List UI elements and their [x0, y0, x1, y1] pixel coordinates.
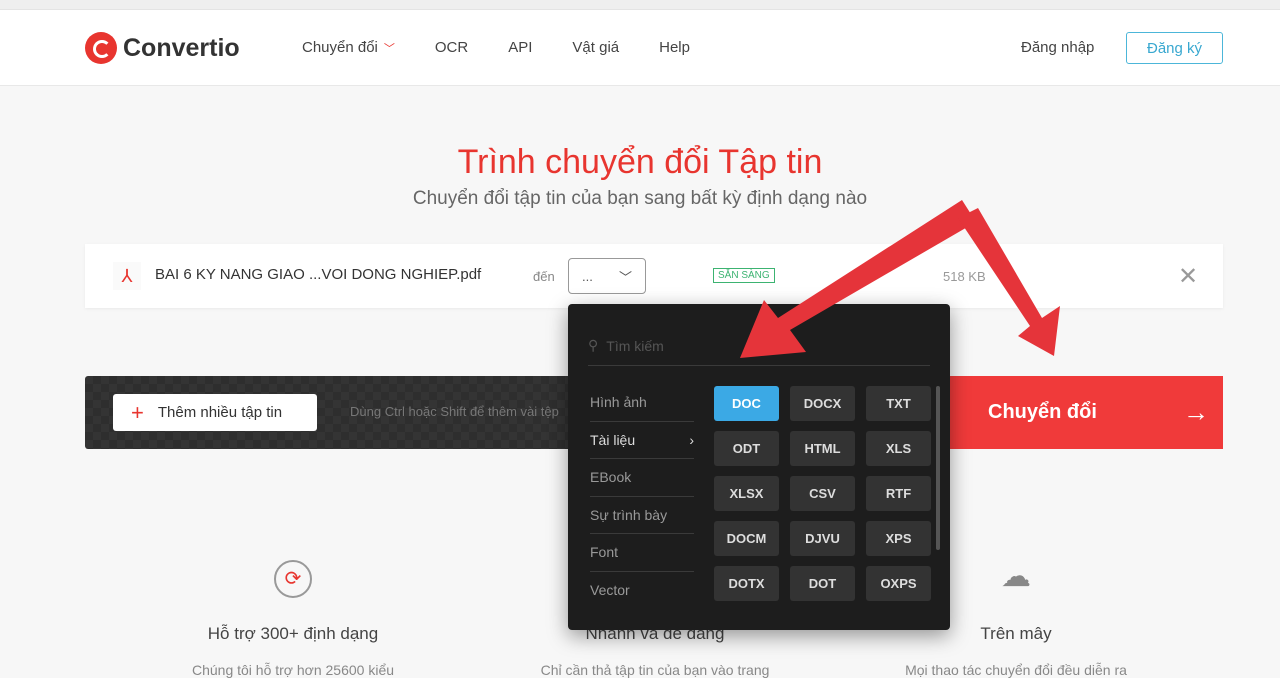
- format-value: ...: [582, 268, 593, 284]
- category-presentation[interactable]: Sự trình bày: [590, 497, 694, 534]
- page-subtitle: Chuyển đổi tập tin của bạn sang bất kỳ đ…: [412, 188, 868, 209]
- nav-convert[interactable]: Chuyển đổi ﹀: [302, 39, 395, 56]
- plus-icon: +: [131, 399, 144, 425]
- format-select[interactable]: ... ﹀: [568, 258, 646, 294]
- format-search-input[interactable]: ⚲ Tìm kiếm: [588, 326, 930, 366]
- feature-formats: ⟳ Hỗ trợ 300+ định dạng Chúng tôi hỗ trợ…: [123, 560, 463, 678]
- login-link[interactable]: Đăng nhập: [1021, 39, 1094, 56]
- category-label: Font: [590, 544, 619, 561]
- file-name: BAI 6 KY NANG GIAO ...VOI DONG NGHIEP.pd…: [155, 266, 482, 283]
- chevron-down-icon: ﹀: [618, 269, 632, 285]
- chevron-right-icon: ›: [689, 431, 694, 448]
- format-option-xlsx[interactable]: XLSX: [714, 476, 779, 511]
- format-option-djvu[interactable]: DJVU: [790, 521, 855, 556]
- category-label: Hình ảnh: [590, 394, 647, 411]
- category-label: Vector: [590, 582, 630, 599]
- logo-text: Convertio: [123, 33, 240, 62]
- convert-button[interactable]: Chuyển đổi →: [943, 376, 1223, 449]
- search-placeholder: Tìm kiếm: [606, 337, 664, 354]
- to-label: đến: [533, 269, 555, 284]
- category-document[interactable]: Tài liệu ›: [590, 422, 694, 459]
- file-row: ⅄ BAI 6 KY NANG GIAO ...VOI DONG NGHIEP.…: [85, 244, 1223, 308]
- format-dropdown: ⚲ Tìm kiếm Hình ảnh Tài liệu › EBook Sự tr…: [568, 304, 950, 630]
- hint-text: Dùng Ctrl hoặc Shift để thêm vài tệp: [350, 404, 559, 419]
- nav-api[interactable]: API: [508, 39, 532, 56]
- category-font[interactable]: Font: [590, 534, 694, 572]
- format-grid: DOC DOCX TXT ODT HTML XLS XLSX CSV RTF DOCM DJVU XP…: [714, 386, 931, 601]
- nav-label: Chuyển đổi: [302, 39, 378, 56]
- format-option-txt[interactable]: TXT: [866, 386, 931, 421]
- feature-title: Hỗ trợ 300+ định dạng: [207, 624, 379, 643]
- category-label: Tài liệu: [590, 431, 636, 448]
- add-files-button[interactable]: + Thêm nhiều tập tin: [113, 394, 317, 431]
- convert-label: Chuyển đổi: [988, 401, 1097, 423]
- chevron-down-icon: ﹀: [383, 43, 395, 55]
- main-nav: Chuyển đổi ﹀ OCR API Vật giá Help: [302, 39, 690, 56]
- category-image[interactable]: Hình ảnh: [590, 384, 694, 422]
- scrollbar[interactable]: [936, 386, 940, 550]
- browser-strip: [0, 0, 1280, 10]
- nav-pricing[interactable]: Vật giá: [572, 39, 619, 56]
- file-size: 518 KB: [943, 269, 986, 284]
- cloud-upload-icon: ☁: [1001, 560, 1031, 593]
- category-list: Hình ảnh Tài liệu › EBook Sự trình bày Fo…: [590, 384, 694, 609]
- close-icon[interactable]: ✕: [1178, 262, 1198, 291]
- format-option-docm[interactable]: DOCM: [714, 521, 779, 556]
- arrow-right-icon: →: [1183, 397, 1209, 427]
- format-option-csv[interactable]: CSV: [790, 476, 855, 511]
- category-label: EBook: [590, 469, 632, 486]
- nav-ocr[interactable]: OCR: [435, 39, 468, 56]
- page-title: Trình chuyển đổi Tập tin: [457, 143, 823, 181]
- format-option-docx[interactable]: DOCX: [790, 386, 855, 421]
- logo-icon: [85, 32, 117, 64]
- category-ebook[interactable]: EBook: [590, 459, 694, 497]
- format-option-odt[interactable]: ODT: [714, 431, 779, 466]
- format-option-oxps[interactable]: OXPS: [866, 566, 931, 601]
- pdf-icon: ⅄: [113, 262, 141, 290]
- category-label: Sự trình bày: [590, 506, 668, 523]
- format-option-html[interactable]: HTML: [790, 431, 855, 466]
- nav-help[interactable]: Help: [659, 39, 690, 56]
- format-option-xls[interactable]: XLS: [866, 431, 931, 466]
- signup-button[interactable]: Đăng ký: [1126, 32, 1223, 64]
- format-option-dot[interactable]: DOT: [790, 566, 855, 601]
- format-option-xps[interactable]: XPS: [866, 521, 931, 556]
- site-header: Convertio Chuyển đổi ﹀ OCR API Vật giá He…: [0, 10, 1280, 86]
- add-files-label: Thêm nhiều tập tin: [157, 404, 283, 421]
- search-icon: ⚲: [588, 337, 599, 353]
- refresh-icon: ⟳: [274, 560, 312, 598]
- category-vector[interactable]: Vector: [590, 572, 694, 610]
- format-option-dotx[interactable]: DOTX: [714, 566, 779, 601]
- format-option-rtf[interactable]: RTF: [866, 476, 931, 511]
- status-badge: SẴN SÀNG: [713, 268, 775, 283]
- format-option-doc[interactable]: DOC: [714, 386, 779, 421]
- logo[interactable]: Convertio: [85, 32, 240, 64]
